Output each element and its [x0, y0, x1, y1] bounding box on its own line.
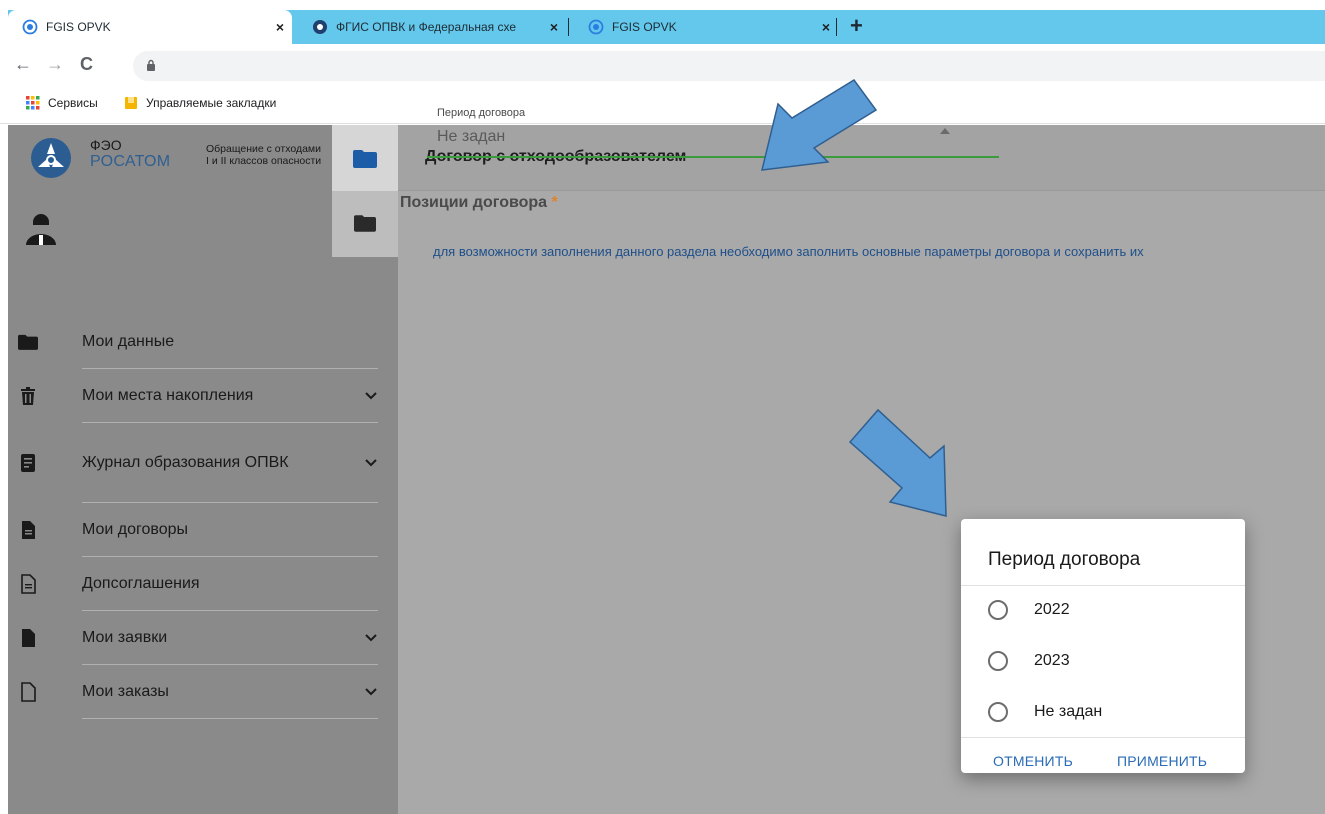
bookmark-label: Сервисы	[48, 96, 98, 110]
lock-icon	[147, 59, 155, 71]
sidebar-item-journal[interactable]: Журнал образования ОПВК	[21, 423, 378, 503]
tab-close-icon[interactable]: ×	[814, 19, 838, 35]
period-dialog: Период договора 2022 2023 Не задан ОТМЕН…	[961, 519, 1245, 773]
sidebar: ФЭО РОСАТОМ Обращение с отходами I и II …	[8, 125, 398, 814]
sidebar-item-label: Мои места накопления	[82, 386, 254, 404]
tab-favicon-icon	[313, 20, 327, 34]
browser-tab-2[interactable]: ФГИС ОПВК и Федеральная схе ×	[298, 10, 566, 44]
folder-icon	[354, 215, 376, 232]
browser-tab-3[interactable]: FGIS OPVK ×	[574, 10, 838, 44]
sidebar-item-accumulation-places[interactable]: Мои места накопления	[21, 369, 378, 423]
sidebar-item-my-data[interactable]: Мои данные	[18, 315, 378, 369]
period-field-label: Период договора	[437, 107, 526, 119]
radio-button[interactable]	[988, 702, 1008, 722]
caret-up-icon[interactable]	[940, 128, 950, 134]
chevron-down-icon[interactable]	[364, 687, 378, 697]
sidebar-item-requests[interactable]: Мои заявки	[22, 611, 378, 665]
brand-description-line1: Обращение с отходами	[206, 143, 322, 155]
bookmarks-bar: Сервисы Управляемые закладки	[0, 86, 1325, 124]
sidebar-item-label: Мои заявки	[82, 628, 168, 646]
browser-tab-title: FGIS OPVK	[612, 20, 677, 34]
radio-button[interactable]	[988, 600, 1008, 620]
apps-grid-icon	[26, 96, 40, 110]
browser-tab-title: FGIS OPVK	[46, 20, 111, 34]
positions-section-title: Позиции договора *	[400, 194, 558, 212]
annotation-arrow-icon	[848, 408, 947, 517]
sidebar-item-label: Мои договоры	[82, 520, 189, 538]
sidebar-item-contracts[interactable]: Мои договоры	[22, 503, 378, 557]
positions-section-label: Позиции договора	[400, 194, 548, 211]
tab-close-icon[interactable]: ×	[268, 19, 292, 35]
user-avatar-icon[interactable]	[24, 209, 58, 247]
dialog-divider	[961, 585, 1245, 586]
chevron-down-icon[interactable]	[364, 633, 378, 643]
brand-header: ФЭО РОСАТОМ Обращение с отходами I и II …	[8, 125, 332, 191]
bookmark-folder-icon	[125, 97, 137, 109]
required-mark: *	[551, 194, 558, 211]
bookmark-services[interactable]: Сервисы	[26, 96, 98, 110]
tab-separator	[568, 18, 569, 36]
browser-toolbar: ← → C	[0, 44, 1325, 86]
chevron-down-icon[interactable]	[364, 458, 378, 468]
dialog-option-label: 2022	[1034, 601, 1070, 618]
dialog-option-2022[interactable]: 2022	[988, 595, 1070, 625]
bookmark-managed[interactable]: Управляемые закладки	[124, 96, 276, 110]
screenshot-root: FGIS OPVK × ФГИС ОПВК и Федеральная схе …	[0, 0, 1325, 814]
file-icon	[22, 628, 35, 647]
dialog-title: Период договора	[988, 549, 1141, 570]
trash-icon	[21, 386, 35, 405]
dialog-option-not-set[interactable]: Не задан	[988, 697, 1102, 727]
sidebar-item-supplements[interactable]: Допсоглашения	[21, 557, 378, 611]
tab-separator	[836, 18, 837, 36]
tab-favicon-icon	[588, 19, 604, 35]
sidebar-item-label: Допсоглашения	[82, 574, 200, 592]
forward-button[interactable]: →	[46, 54, 64, 74]
sidebar-menu: Мои данные Мои места накопления Журнал о…	[8, 315, 378, 719]
period-field-underline	[427, 156, 999, 158]
positions-hint-text: для возможности заполнения данного разде…	[433, 244, 1144, 259]
dialog-option-2023[interactable]: 2023	[988, 646, 1070, 676]
tab-close-icon[interactable]: ×	[542, 19, 566, 35]
brand-description: Обращение с отходами I и II классов опас…	[206, 143, 332, 167]
file-outline-icon	[21, 681, 36, 702]
radio-button[interactable]	[988, 651, 1008, 671]
document-outline-icon	[21, 573, 36, 594]
tab-favicon-icon	[22, 19, 38, 35]
brand-subtitle: РОСАТОМ	[90, 153, 171, 170]
rosatom-logo-icon	[31, 138, 71, 178]
browser-tab-1[interactable]: FGIS OPVK ×	[8, 10, 292, 44]
cancel-button[interactable]: ОТМЕНИТЬ	[993, 753, 1073, 769]
new-tab-button[interactable]: +	[850, 14, 863, 38]
apply-button[interactable]: ПРИМЕНИТЬ	[1117, 753, 1207, 769]
section-tab-2[interactable]	[332, 191, 398, 257]
annotation-arrow-icon	[761, 78, 878, 171]
dialog-option-label: 2023	[1034, 652, 1070, 669]
active-section-tab[interactable]	[332, 125, 398, 191]
browser-tab-title: ФГИС ОПВК и Федеральная схе	[336, 20, 517, 34]
dialog-option-label: Не задан	[1034, 703, 1103, 720]
brand-description-line2: I и II классов опасности	[206, 155, 322, 167]
brand-title: ФЭО	[90, 137, 122, 153]
dialog-divider	[961, 737, 1245, 738]
sidebar-item-orders[interactable]: Мои заказы	[21, 665, 378, 719]
document-icon	[22, 520, 35, 539]
sidebar-item-label: Журнал образования ОПВК	[82, 453, 289, 471]
bookmark-label: Управляемые закладки	[146, 96, 277, 110]
period-field-value[interactable]: Не задан	[437, 128, 505, 146]
sidebar-item-label: Мои данные	[82, 332, 175, 350]
sidebar-item-label: Мои заказы	[82, 682, 169, 700]
back-button[interactable]: ←	[14, 54, 32, 74]
folder-icon	[18, 334, 38, 350]
chevron-down-icon[interactable]	[364, 391, 378, 401]
reload-button[interactable]: C	[80, 54, 93, 74]
journal-icon	[21, 453, 35, 472]
address-bar[interactable]	[133, 51, 1325, 81]
folder-open-icon	[353, 150, 377, 168]
